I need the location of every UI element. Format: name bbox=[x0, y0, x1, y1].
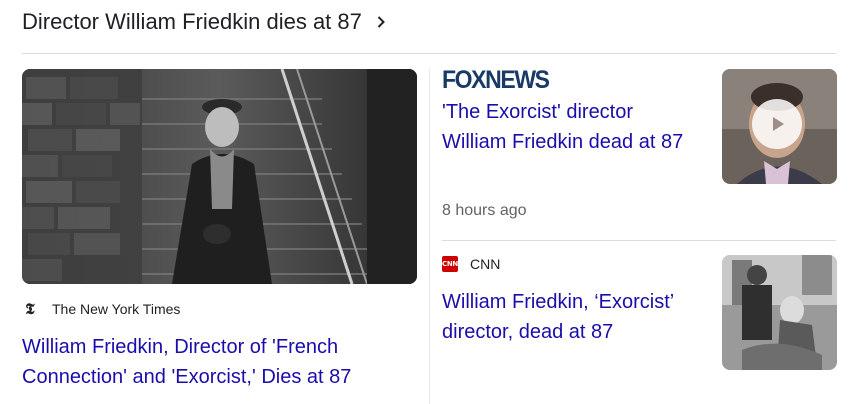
fox-story-card[interactable]: FOXNEWS 'The Exorcist' director William … bbox=[442, 68, 837, 219]
cnn-thumbnail[interactable] bbox=[722, 255, 837, 370]
main-story-source: 𝕿 The New York Times bbox=[22, 300, 418, 318]
story-divider bbox=[442, 240, 836, 241]
main-story-card[interactable]: 𝕿 The New York Times William Friedkin, D… bbox=[22, 69, 418, 392]
play-button[interactable] bbox=[752, 99, 802, 149]
play-icon bbox=[773, 117, 784, 131]
fox-story-time: 8 hours ago bbox=[442, 202, 527, 219]
main-story-headline[interactable]: William Friedkin, Director of 'French Co… bbox=[22, 332, 402, 392]
cnn-story-headline[interactable]: William Friedkin, ‘Exorcist’ director, d… bbox=[442, 287, 702, 347]
cnn-logo-icon: CNN bbox=[442, 256, 458, 272]
fox-video-thumbnail[interactable] bbox=[722, 69, 837, 184]
nyt-logo-icon: 𝕿 bbox=[25, 300, 35, 318]
cnn-source-name: CNN bbox=[470, 256, 501, 272]
chevron-right-icon[interactable] bbox=[374, 15, 388, 29]
topic-title[interactable]: Director William Friedkin dies at 87 bbox=[22, 9, 362, 35]
header-divider bbox=[22, 53, 836, 54]
cnn-thumbnail-image bbox=[722, 255, 837, 370]
column-divider bbox=[429, 69, 430, 404]
topic-header[interactable]: Director William Friedkin dies at 87 bbox=[22, 6, 388, 38]
cnn-story-card[interactable]: CNN CNN William Friedkin, ‘Exorcist’ dir… bbox=[442, 254, 837, 370]
fox-story-headline[interactable]: 'The Exorcist' director William Friedkin… bbox=[442, 97, 702, 157]
source-name: The New York Times bbox=[52, 301, 181, 317]
main-story-photo[interactable] bbox=[22, 69, 417, 284]
